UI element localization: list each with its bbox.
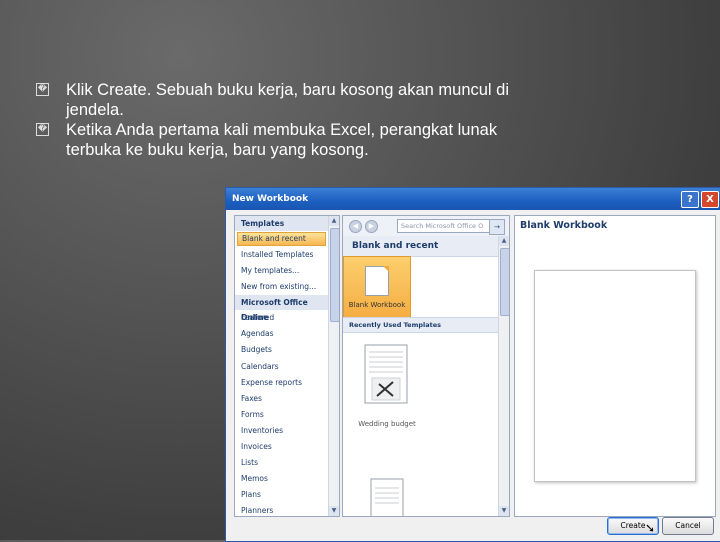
- templates-scrollbar[interactable]: ▲ ▼: [328, 216, 339, 516]
- templates-gallery: ◀ ▶ Search Microsoft Office O → Blank an…: [342, 215, 510, 517]
- online-item[interactable]: Faxes: [235, 391, 328, 407]
- blank-workbook-tile[interactable]: Blank Workbook: [343, 256, 411, 326]
- online-item[interactable]: Inventories: [235, 423, 328, 439]
- template-item-my-templates[interactable]: My templates...: [235, 263, 328, 279]
- cancel-button[interactable]: Cancel: [662, 517, 714, 535]
- online-item[interactable]: Memos: [235, 471, 328, 487]
- scroll-up-icon[interactable]: ▲: [329, 216, 339, 226]
- online-item[interactable]: Forms: [235, 407, 328, 423]
- scroll-down-icon[interactable]: ▼: [329, 506, 339, 516]
- bullet-2: � Ketika Anda pertama kali membuka Excel…: [36, 120, 536, 160]
- online-item[interactable]: Plans: [235, 487, 328, 503]
- online-item[interactable]: Planners: [235, 503, 328, 516]
- recent-header: Recently Used Templates: [343, 317, 499, 333]
- templates-list: Templates Blank and recent Installed Tem…: [235, 216, 328, 516]
- templates-pane: Templates Blank and recent Installed Tem…: [234, 215, 340, 517]
- wedding-budget-tile[interactable]: Wedding budget: [355, 344, 419, 444]
- preview-title: Blank Workbook: [520, 220, 608, 231]
- scroll-thumb[interactable]: [330, 228, 339, 322]
- bullet-marker: �: [36, 123, 49, 136]
- search-input[interactable]: Search Microsoft Office O: [397, 219, 490, 233]
- recent-tile-label: Wedding budget: [358, 420, 416, 428]
- mouse-pointer-icon: ➘: [645, 521, 656, 535]
- blank-tile-label: Blank Workbook: [348, 301, 406, 309]
- bullet-text: Ketika Anda pertama kali membuka Excel, …: [66, 121, 498, 159]
- new-workbook-dialog: New Workbook ? X Templates Blank and rec…: [225, 187, 720, 542]
- gallery-scrollbar[interactable]: ▲ ▼: [498, 236, 509, 516]
- bullet-marker: �: [36, 83, 49, 96]
- online-item[interactable]: Expense reports: [235, 375, 328, 391]
- slide-bullets: � Klik Create. Sebuah buku kerja, baru k…: [36, 80, 536, 160]
- online-item[interactable]: Featured: [235, 310, 328, 326]
- preview-pane: Blank Workbook: [514, 215, 716, 517]
- gallery-scroll-track[interactable]: ▲ ▼: [499, 236, 509, 516]
- template-item-blank-and-recent[interactable]: Blank and recent: [237, 232, 326, 246]
- dialog-title: New Workbook: [232, 194, 309, 204]
- help-button[interactable]: ?: [681, 191, 699, 208]
- blank-document-icon: [365, 266, 389, 296]
- online-header: Microsoft Office Online: [235, 295, 328, 322]
- spreadsheet-template-icon: [370, 478, 404, 516]
- templates-header: Templates: [235, 216, 328, 231]
- scroll-up-icon[interactable]: ▲: [499, 236, 509, 246]
- spreadsheet-template-icon: [364, 344, 408, 404]
- online-item[interactable]: Lists: [235, 455, 328, 471]
- back-arrow-icon[interactable]: ◀: [349, 220, 362, 233]
- forward-arrow-icon[interactable]: ▶: [365, 220, 378, 233]
- template-item-installed[interactable]: Installed Templates: [235, 247, 328, 263]
- online-item[interactable]: Agendas: [235, 326, 328, 342]
- bullet-1: � Klik Create. Sebuah buku kerja, baru k…: [36, 80, 536, 120]
- online-item[interactable]: Calendars: [235, 359, 328, 375]
- template-item-new-from-existing[interactable]: New from existing...: [235, 279, 328, 295]
- search-go-icon[interactable]: →: [489, 219, 505, 235]
- bullet-text: Klik Create. Sebuah buku kerja, baru kos…: [66, 81, 510, 119]
- close-button[interactable]: X: [701, 191, 719, 208]
- section-title: Blank and recent: [343, 236, 509, 257]
- scroll-down-icon[interactable]: ▼: [499, 506, 509, 516]
- dialog-titlebar[interactable]: New Workbook ? X: [226, 188, 720, 210]
- online-item[interactable]: Invoices: [235, 439, 328, 455]
- online-item[interactable]: Budgets: [235, 342, 328, 358]
- gallery-toolbar: ◀ ▶ Search Microsoft Office O →: [343, 216, 509, 236]
- scroll-thumb[interactable]: [500, 248, 509, 316]
- preview-page: [534, 270, 696, 482]
